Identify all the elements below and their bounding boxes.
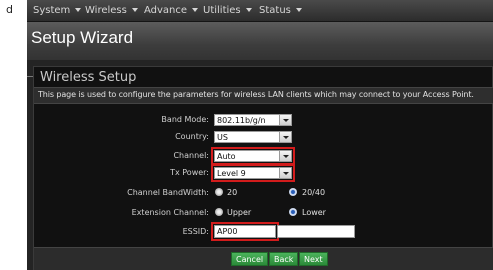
tx-power-value: Level 9 (217, 169, 246, 178)
top-menu-bar: System Wireless Advance Utilities Status (27, 0, 493, 22)
essid-input[interactable]: AP00 (214, 225, 276, 238)
country-label: Country: (175, 132, 209, 141)
bandwidth-20-radio[interactable] (215, 188, 223, 196)
menu-status[interactable]: Status (259, 0, 302, 22)
menu-system-label: System (33, 5, 71, 16)
channel-select[interactable]: Auto (214, 150, 292, 162)
back-button[interactable]: Back (269, 252, 299, 266)
bandwidth-label: Channel BandWidth: (127, 188, 209, 197)
tx-power-label: Tx Power: (170, 168, 209, 177)
country-select[interactable]: US (214, 131, 292, 143)
band-mode-value: 802.11b/g/n (217, 116, 266, 125)
bandwidth-20-40-label: 20/40 (302, 188, 326, 197)
menu-wireless[interactable]: Wireless (85, 0, 138, 22)
section-description: This page is used to configure the param… (38, 90, 474, 99)
button-bar: Cancel Back Next (34, 247, 493, 270)
menu-system[interactable]: System (33, 0, 82, 22)
chevron-down-icon (192, 8, 199, 12)
band-mode-select[interactable]: 802.11b/g/n (214, 114, 292, 126)
band-mode-label: Band Mode: (161, 115, 209, 124)
tx-power-select[interactable]: Level 9 (214, 167, 292, 179)
bandwidth-20-label: 20 (227, 188, 238, 197)
chevron-down-icon (279, 168, 291, 178)
menu-advance[interactable]: Advance (144, 0, 199, 22)
channel-label: Channel: (173, 151, 209, 160)
chevron-down-icon (131, 8, 138, 12)
page-title: Setup Wizard (31, 28, 134, 47)
section-title: Wireless Setup (40, 70, 137, 85)
essid-label: ESSID: (182, 227, 209, 236)
essid-suffix-input[interactable] (277, 225, 355, 238)
cancel-button[interactable]: Cancel (231, 252, 269, 266)
chevron-down-icon (279, 151, 291, 161)
channel-value: Auto (217, 152, 236, 161)
extension-lower-label: Lower (302, 208, 326, 217)
extension-upper-label: Upper (227, 208, 252, 217)
menu-utilities[interactable]: Utilities (203, 0, 252, 22)
title-band: Setup Wizard (27, 22, 493, 77)
country-value: US (217, 133, 228, 142)
essid-value: AP00 (217, 227, 238, 236)
extension-upper-radio[interactable] (215, 208, 223, 216)
menu-utilities-label: Utilities (203, 5, 241, 16)
page-edge-text: d (6, 3, 13, 16)
extension-label: Extension Channel: (131, 208, 209, 217)
chevron-down-icon (279, 132, 291, 142)
menu-advance-label: Advance (144, 5, 188, 16)
next-button[interactable]: Next (299, 252, 328, 266)
chevron-down-icon (75, 8, 82, 12)
bandwidth-20-40-radio[interactable] (289, 188, 297, 196)
menu-status-label: Status (259, 5, 291, 16)
chevron-down-icon (295, 8, 302, 12)
menu-wireless-label: Wireless (85, 5, 127, 16)
chevron-down-icon (279, 115, 291, 125)
chevron-down-icon (245, 8, 252, 12)
wireless-setup-panel: Wireless Setup This page is used to conf… (33, 66, 493, 270)
extension-lower-radio[interactable] (289, 208, 297, 216)
description-bar: This page is used to configure the param… (34, 87, 493, 104)
router-admin-window: System Wireless Advance Utilities Status… (27, 0, 493, 270)
